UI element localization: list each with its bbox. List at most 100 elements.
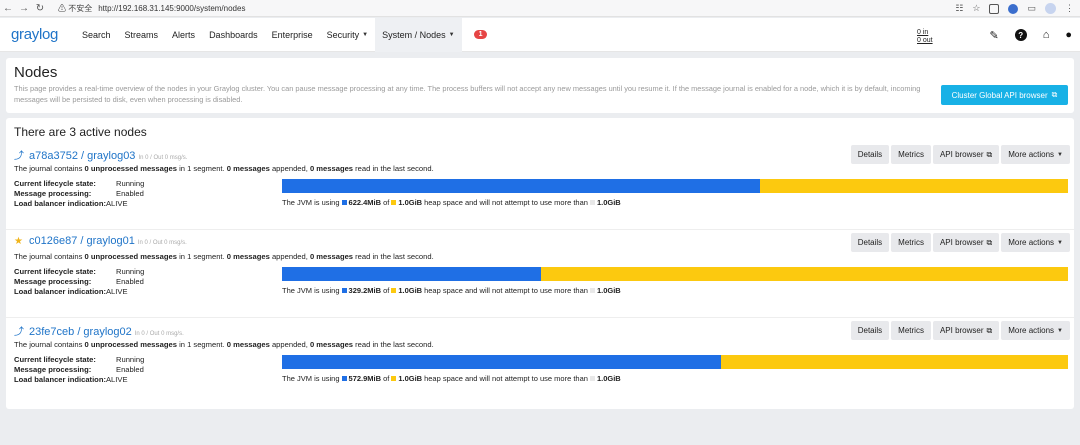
- max-swatch: [589, 376, 595, 381]
- heap-max: 1.0GiB: [596, 374, 621, 383]
- caret-down-icon: ▼: [1057, 151, 1063, 158]
- journal-appended: 0 messages: [226, 164, 270, 173]
- lifecycle-label: Current lifecycle state:: [14, 179, 96, 188]
- scratchpad-edit-icon[interactable]: ✎: [989, 29, 998, 42]
- more-actions-dropdown[interactable]: More actions ▼: [1001, 233, 1070, 252]
- reload-icon[interactable]: ↻: [32, 0, 48, 16]
- jvm-text: The JVM is using: [282, 198, 340, 207]
- nav-alerts[interactable]: Alerts: [165, 18, 202, 52]
- extension-blue-icon[interactable]: [1008, 3, 1019, 14]
- address-bar[interactable]: ⚠ 不安全 http://192.168.31.145:9000/system/…: [58, 2, 245, 15]
- star-icon: ★: [14, 236, 23, 247]
- translate-icon[interactable]: ☷: [955, 3, 963, 14]
- journal-unprocessed: 0 unprocessed messages: [84, 340, 177, 349]
- node-row: ⤴ a78a3752 / graylog03 In 0 / Out 0 msg/…: [14, 145, 1070, 227]
- lb-label: Load balancer indication:: [14, 199, 106, 208]
- node-actions: Details Metrics API browser ⧉ More action…: [850, 145, 1070, 164]
- active-nodes-heading: There are 3 active nodes: [14, 125, 147, 139]
- used-swatch: [341, 376, 347, 381]
- more-actions-dropdown[interactable]: More actions ▼: [1001, 145, 1070, 164]
- jvm-heap-text: The JVM is using 329.2MiB of 1.0GiB heap…: [282, 286, 621, 295]
- nav-streams[interactable]: Streams: [118, 18, 166, 52]
- nav-dashboards[interactable]: Dashboards: [202, 18, 265, 52]
- jvm-text: of: [383, 286, 390, 295]
- node-properties: Current lifecycle state: Running Message …: [14, 179, 144, 209]
- processing-label: Message processing:: [14, 365, 92, 374]
- journal-text: read in the last second.: [353, 340, 434, 349]
- cluster-global-api-browser-button[interactable]: Cluster Global API browser ⧉: [941, 85, 1068, 105]
- forward-icon[interactable]: →: [16, 0, 32, 16]
- committed-swatch: [391, 288, 397, 293]
- journal-status: The journal contains 0 unprocessed messa…: [14, 164, 434, 173]
- jvm-text: heap space and will not attempt to use m…: [424, 198, 588, 207]
- heap-usage-bar: [282, 267, 1068, 281]
- app-navbar: graylog Search Streams Alerts Dashboards…: [0, 17, 1080, 52]
- security-label: 不安全: [68, 3, 93, 13]
- back-icon[interactable]: ←: [0, 0, 16, 16]
- jvm-text: The JVM is using: [282, 374, 340, 383]
- jvm-text: heap space and will not attempt to use m…: [424, 286, 588, 295]
- nav-security-dropdown[interactable]: Security ▼: [320, 18, 375, 52]
- committed-swatch: [391, 200, 397, 205]
- node-link[interactable]: c0126e87 / graylog01: [29, 235, 135, 247]
- node-link[interactable]: 23fe7ceb / graylog02: [29, 326, 132, 338]
- caret-down-icon: ▼: [1057, 239, 1063, 246]
- metrics-button[interactable]: Metrics: [891, 145, 931, 164]
- user-icon[interactable]: ●: [1065, 29, 1072, 41]
- help-icon[interactable]: ?: [1014, 29, 1027, 41]
- api-browser-button[interactable]: API browser ⧉: [932, 145, 1000, 164]
- nav-alerts-label: Alerts: [172, 29, 196, 40]
- leader-arrow-icon: ⤴: [14, 327, 24, 338]
- journal-text: appended,: [269, 340, 310, 349]
- lb-value: ALIVE: [105, 287, 128, 296]
- journal-text: read in the last second.: [353, 252, 434, 261]
- profile-avatar[interactable]: [1045, 3, 1056, 14]
- jvm-text: of: [383, 374, 390, 383]
- nav-security-label: Security: [326, 29, 360, 40]
- browser-menu-icon[interactable]: ⋮: [1065, 3, 1074, 14]
- metrics-button[interactable]: Metrics: [891, 233, 931, 252]
- metrics-button[interactable]: Metrics: [891, 321, 931, 340]
- api-browser-label: API browser: [939, 150, 984, 159]
- details-button[interactable]: Details: [850, 233, 890, 252]
- journal-text: The journal contains: [14, 252, 85, 261]
- journal-unprocessed: 0 unprocessed messages: [84, 252, 177, 261]
- divider: [6, 317, 1074, 318]
- nav-enterprise[interactable]: Enterprise: [265, 18, 320, 52]
- nav-system-dropdown[interactable]: System / Nodes ▼: [375, 17, 462, 52]
- node-link[interactable]: a78a3752 / graylog03: [29, 150, 135, 162]
- security-warning-icon[interactable]: ⚠ 不安全: [58, 3, 92, 14]
- nav-search[interactable]: Search: [75, 18, 118, 52]
- journal-text: appended,: [269, 252, 310, 261]
- journal-text: in 1 segment.: [176, 164, 227, 173]
- api-browser-label: API browser: [939, 238, 984, 247]
- processing-label: Message processing:: [14, 277, 92, 286]
- node-row: ⤴ 23fe7ceb / graylog02 In 0 / Out 0 msg/…: [6, 317, 1074, 403]
- details-button[interactable]: Details: [850, 321, 890, 340]
- puzzle-icon[interactable]: ▭: [1027, 3, 1036, 14]
- page-description: This page provides a real-time overview …: [14, 84, 921, 104]
- throughput-out: 0 out: [917, 37, 933, 44]
- nav-streams-label: Streams: [124, 29, 159, 40]
- lifecycle-value: Running: [116, 179, 145, 188]
- api-browser-label: API browser: [939, 326, 984, 335]
- journal-appended: 0 messages: [226, 340, 270, 349]
- throughput-indicator[interactable]: 0 in 0 out: [917, 29, 933, 45]
- notification-badge[interactable]: 1: [473, 30, 488, 39]
- more-actions-label: More actions: [1008, 238, 1055, 247]
- home-icon[interactable]: ⌂: [1043, 29, 1050, 41]
- more-actions-dropdown[interactable]: More actions ▼: [1001, 321, 1070, 340]
- nav-enterprise-label: Enterprise: [271, 29, 313, 40]
- lifecycle-label: Current lifecycle state:: [14, 355, 96, 364]
- details-button[interactable]: Details: [850, 145, 890, 164]
- api-browser-button[interactable]: API browser ⧉: [932, 321, 1000, 340]
- graylog-logo[interactable]: graylog: [11, 26, 69, 43]
- heap-used: 572.9MiB: [348, 374, 382, 383]
- extension-icon[interactable]: [989, 3, 1000, 14]
- max-swatch: [589, 200, 595, 205]
- external-link-icon: ⧉: [986, 237, 993, 247]
- nav-dashboards-label: Dashboards: [209, 29, 258, 40]
- api-browser-button[interactable]: API browser ⧉: [932, 233, 1000, 252]
- bookmark-star-icon[interactable]: ☆: [972, 3, 980, 14]
- journal-appended: 0 messages: [226, 252, 270, 261]
